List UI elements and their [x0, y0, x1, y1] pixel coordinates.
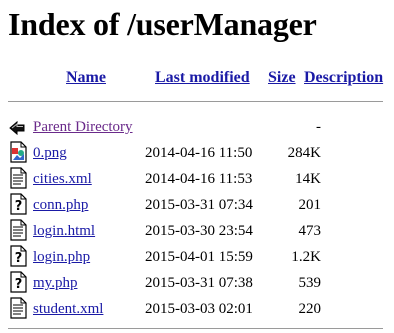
parent-directory-row[interactable]: Parent Directory - [8, 115, 388, 141]
file-size: 473 [298, 223, 322, 239]
file-modified: 2015-03-30 23:54 [145, 223, 253, 239]
unknown-file-icon: ? [10, 271, 27, 293]
svg-text:?: ? [15, 199, 23, 214]
table-row[interactable]: ? my.php 2015-03-31 07:38 539 [8, 271, 388, 297]
table-row[interactable]: student.xml 2015-03-03 02:01 220 [8, 297, 388, 323]
text-file-icon [10, 167, 27, 189]
table-row[interactable]: ? login.php 2015-04-01 15:59 1.2K [8, 245, 388, 271]
file-link[interactable]: login.html [33, 222, 95, 240]
file-modified: 2015-03-31 07:38 [145, 275, 253, 291]
sort-by-last-modified-link[interactable]: Last modified [155, 69, 250, 86]
sort-by-name-link[interactable]: Name [66, 69, 106, 86]
file-link[interactable]: student.xml [33, 300, 103, 318]
svg-text:?: ? [15, 251, 23, 266]
file-link[interactable]: login.php [33, 248, 90, 266]
header-divider [8, 101, 383, 102]
page-title: Index of /userManager [8, 6, 317, 42]
image-file-icon [10, 141, 27, 163]
text-file-icon [10, 297, 27, 319]
unknown-file-icon: ? [10, 245, 27, 267]
file-modified: 2015-04-01 15:59 [145, 249, 253, 265]
back-arrow-icon [9, 120, 25, 136]
column-header-description[interactable]: Description [304, 69, 383, 87]
file-link[interactable]: my.php [33, 274, 77, 292]
svg-text:?: ? [15, 277, 23, 292]
parent-size: - [316, 119, 321, 135]
file-size: 284K [287, 145, 321, 161]
column-header-name[interactable]: Name [66, 69, 106, 87]
table-row[interactable]: 0.png 2014-04-16 11:50 284K [8, 141, 388, 167]
file-size: 539 [298, 275, 322, 291]
column-header-last-modified[interactable]: Last modified [155, 69, 250, 87]
table-row[interactable]: login.html 2015-03-30 23:54 473 [8, 219, 388, 245]
file-size: 14K [295, 171, 321, 187]
file-modified: 2015-03-03 02:01 [145, 301, 253, 317]
file-modified: 2014-04-16 11:53 [145, 171, 253, 187]
file-size: 220 [298, 301, 322, 317]
file-link[interactable]: 0.png [33, 144, 67, 162]
column-header-size[interactable]: Size [268, 69, 296, 87]
text-file-icon [10, 219, 27, 241]
file-link[interactable]: conn.php [33, 196, 88, 214]
file-size: 201 [298, 197, 322, 213]
file-size: 1.2K [291, 249, 321, 265]
file-modified: 2015-03-31 07:34 [145, 197, 253, 213]
sort-by-description-link[interactable]: Description [304, 69, 383, 86]
table-row[interactable]: cities.xml 2014-04-16 11:53 14K [8, 167, 388, 193]
file-modified: 2014-04-16 11:50 [145, 145, 253, 161]
parent-directory-link[interactable]: Parent Directory [33, 118, 133, 136]
file-link[interactable]: cities.xml [33, 170, 92, 188]
sort-by-size-link[interactable]: Size [268, 69, 296, 86]
unknown-file-icon: ? [10, 193, 27, 215]
table-row[interactable]: ? conn.php 2015-03-31 07:34 201 [8, 193, 388, 219]
footer-divider [8, 328, 383, 329]
